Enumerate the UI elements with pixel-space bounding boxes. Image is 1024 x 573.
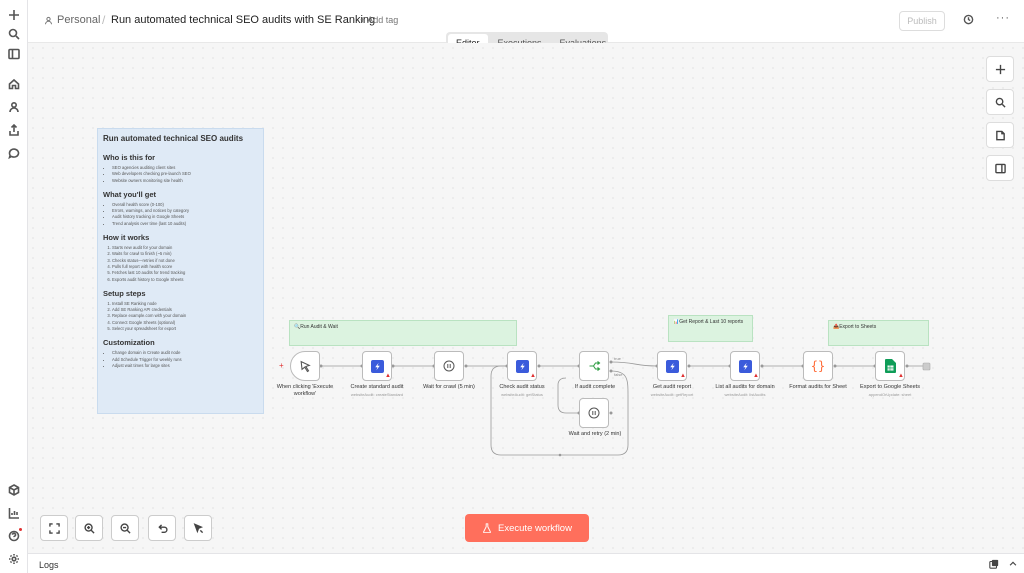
node-label: Export to Google Sheets — [860, 384, 920, 390]
more-options-icon[interactable]: ··· — [996, 12, 1010, 24]
chevron-up-icon[interactable] — [1008, 559, 1018, 569]
workflow-title[interactable]: Run automated technical SEO audits with … — [111, 14, 375, 26]
popout-icon[interactable] — [989, 559, 999, 569]
execute-workflow-label: Execute workflow — [498, 522, 572, 534]
node-subtitle: websiteAudit: getStatus — [501, 392, 543, 397]
node-subtitle: websiteAudit: getReport — [650, 392, 694, 397]
undo-button[interactable] — [148, 515, 176, 541]
publish-button[interactable]: Publish — [899, 11, 945, 31]
node-subtitle: websiteAudit: createStandard — [350, 392, 404, 397]
node-label: Get audit report — [652, 384, 692, 390]
list-item: Exports audit history to Google Sheets — [112, 277, 258, 283]
warning-icon: ▲ — [680, 373, 686, 379]
settings-icon[interactable] — [4, 550, 24, 568]
section-heading: Who is this for — [103, 153, 156, 162]
se-ranking-icon — [738, 359, 752, 373]
node-label: List all audits for domain — [715, 384, 775, 390]
warning-icon: ▲ — [385, 373, 391, 379]
workspace-name[interactable]: Personal — [57, 14, 100, 26]
node-label: Create standard audit — [350, 384, 404, 390]
add-sticky-button[interactable] — [986, 122, 1014, 148]
warning-icon: ▲ — [753, 373, 759, 379]
node-format-audits[interactable]: {} — [803, 351, 833, 381]
add-trigger-icon[interactable]: + — [279, 361, 284, 370]
list-item: Website owners monitoring site health — [112, 178, 258, 184]
node-label: Format audits for Sheet — [789, 384, 847, 390]
search-nodes-button[interactable] — [986, 89, 1014, 115]
pause-icon — [588, 407, 600, 419]
node-wait-crawl[interactable] — [434, 351, 464, 381]
breadcrumb[interactable]: Personal — [44, 14, 100, 26]
share-icon[interactable] — [4, 121, 24, 139]
execute-workflow-button[interactable]: Execute workflow — [465, 514, 589, 542]
tidy-up-button[interactable] — [184, 515, 212, 541]
node-subtitle: websiteAudit: listAudits — [724, 392, 766, 397]
se-ranking-icon — [665, 359, 679, 373]
node-export-sheets[interactable]: ▲ — [875, 351, 905, 381]
package-icon[interactable] — [4, 481, 24, 499]
pause-icon — [443, 360, 455, 372]
panel-toggle-icon[interactable] — [4, 45, 24, 63]
node-label: Check audit status — [499, 384, 545, 390]
node-manual-trigger[interactable] — [290, 351, 320, 381]
list-item: Adjust wait times for large sites — [112, 363, 258, 369]
home-icon[interactable] — [4, 75, 24, 93]
zoom-out-button[interactable] — [111, 515, 139, 541]
node-label: When clicking 'Execute workflow' — [276, 384, 334, 397]
node-if-complete[interactable] — [579, 351, 609, 381]
sticky-note-get-report[interactable]: 📊Get Report & Last 10 reports — [668, 315, 753, 342]
section-heading: Customization — [103, 338, 155, 348]
search-icon[interactable] — [4, 25, 24, 43]
section-heading: Setup steps — [103, 288, 146, 298]
section-heading: What you'll get — [103, 189, 157, 199]
add-node-button[interactable] — [986, 56, 1014, 82]
warning-icon: ▲ — [898, 373, 904, 379]
se-ranking-icon — [370, 359, 384, 373]
warning-icon: ▲ — [530, 373, 536, 379]
node-list-audits[interactable]: ▲ — [730, 351, 760, 381]
sticky-title: Run automated technical SEO audits — [103, 134, 244, 143]
sticky-note-run-audit[interactable]: 🔍Run Audit & Wait — [289, 320, 517, 346]
history-icon[interactable] — [963, 14, 974, 28]
logs-label: Logs — [39, 560, 59, 570]
code-icon: {} — [810, 359, 826, 373]
se-ranking-icon — [515, 359, 529, 373]
node-get-report[interactable]: ▲ — [657, 351, 687, 381]
google-sheets-icon — [884, 359, 896, 373]
list-item: Select your spreadsheet for export — [112, 326, 258, 332]
node-wait-retry[interactable] — [579, 398, 609, 428]
list-item: Trend analysis over time (last 10 audits… — [112, 221, 258, 227]
node-check-status[interactable]: ▲ — [507, 351, 537, 381]
left-sidebar — [0, 0, 28, 573]
node-subtitle: appendOrUpdate: sheet — [868, 392, 912, 397]
notification-dot — [19, 528, 22, 531]
sticky-note-overview[interactable]: Run automated technical SEO audits Who i… — [97, 128, 264, 414]
add-icon[interactable] — [4, 6, 24, 24]
node-label: Wait for crawl (5 min) — [423, 384, 475, 390]
node-create-audit[interactable]: ▲ — [362, 351, 392, 381]
section-heading: How it works — [103, 233, 150, 243]
chat-icon[interactable] — [4, 144, 24, 162]
if-branch-icon — [589, 361, 600, 371]
breadcrumb-separator: / — [102, 13, 106, 27]
zoom-in-button[interactable] — [75, 515, 103, 541]
chart-icon[interactable] — [4, 504, 24, 522]
false-branch-label: false — [614, 372, 623, 377]
toggle-panel-button[interactable] — [986, 155, 1014, 181]
sticky-note-export[interactable]: 📤Export to Sheets — [828, 320, 929, 346]
flask-icon — [483, 523, 491, 533]
true-branch-label: true — [614, 356, 621, 361]
add-tag-button[interactable]: + Add tag — [360, 15, 398, 25]
user-icon — [45, 16, 52, 24]
node-label: If audit complete — [574, 384, 616, 390]
node-label: Wait and retry (2 min) — [568, 431, 622, 437]
fit-view-button[interactable] — [40, 515, 68, 541]
user-icon[interactable] — [4, 98, 24, 116]
logs-panel-bar[interactable]: Logs — [28, 553, 1024, 573]
cursor-icon — [300, 360, 311, 372]
